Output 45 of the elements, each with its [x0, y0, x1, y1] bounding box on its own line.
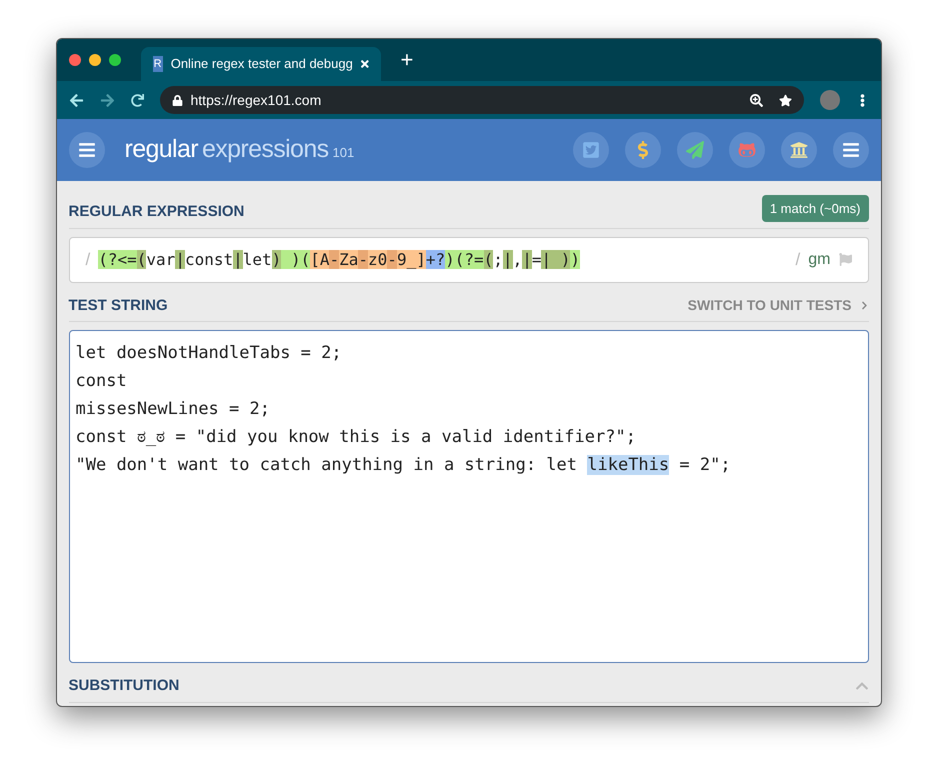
test-line: let doesNotHandleTabs = 2; — [76, 342, 342, 365]
delimiter: / — [86, 248, 90, 271]
section-title: TEST STRING — [68, 296, 168, 316]
reload-icon[interactable] — [130, 94, 144, 106]
menu-icon — [842, 141, 860, 159]
new-tab-button[interactable]: + — [392, 49, 422, 71]
header-icon-button[interactable] — [624, 132, 660, 168]
logo-number: 101 — [332, 144, 354, 162]
back-icon[interactable] — [68, 92, 84, 108]
flags-text[interactable]: gm — [808, 248, 830, 272]
favicon: R — [152, 56, 163, 72]
url-text: https://regex101.com — [190, 90, 322, 110]
delimiter: / — [796, 248, 800, 271]
paper-plane-icon — [686, 141, 704, 159]
forward-icon[interactable] — [100, 92, 114, 108]
close-icon[interactable] — [360, 58, 368, 70]
regex-text: (?<=(var|const|let) )([A-Za-z0-9_]+?)(?=(;|,|=| )) — [98, 248, 582, 271]
test-line: "We don't want to catch anything in a string: let likeThis = 2"; — [76, 454, 731, 477]
test-line: missesNewLines = 2; — [76, 398, 270, 421]
header-icon-button[interactable] — [780, 132, 816, 168]
maximize-window-icon[interactable] — [108, 54, 120, 66]
menu-icon — [78, 141, 96, 159]
minimize-window-icon[interactable] — [88, 54, 100, 66]
test-line: const — [76, 370, 127, 393]
chevron-right-icon — [860, 301, 868, 310]
close-window-icon[interactable] — [68, 54, 80, 66]
address-bar[interactable]: https://regex101.com — [160, 86, 804, 114]
tab-title: Online regex tester and debugg — [170, 55, 353, 74]
match-badge: 1 match (~0ms) — [762, 194, 868, 222]
header-icon-button[interactable] — [832, 132, 868, 168]
menu-button[interactable] — [68, 132, 104, 168]
star-icon[interactable] — [778, 94, 792, 106]
bank-icon — [790, 141, 808, 159]
logo-subtitle: expressions — [202, 134, 328, 166]
section-title: REGULAR EXPRESSION — [68, 202, 244, 222]
browser-tab[interactable]: R Online regex tester and debugg — [140, 47, 380, 81]
test-line: const ಠ_ಠ = "did you know this is a valid identifier?"; — [76, 426, 636, 449]
header-icon-button[interactable] — [676, 132, 712, 168]
lock-icon — [172, 94, 182, 106]
regex-field[interactable]: / (?<=(var|const|let) )([A-Za-z0-9_]+?)(?=(;|,|=| )) / gm — [68, 236, 868, 282]
logo-text: regular — [124, 134, 198, 166]
test-string-field[interactable]: let doesNotHandleTabs = 2; const missesNewLines = 2; const ಠ_ಠ = "did you know this is a valid identifier?"; "We don't want to catch anything in a string: let likeThis = 2"; — [68, 330, 868, 663]
cat-icon — [738, 141, 756, 159]
section-title: SUBSTITUTION — [68, 676, 180, 696]
zoom-icon[interactable] — [750, 94, 762, 106]
